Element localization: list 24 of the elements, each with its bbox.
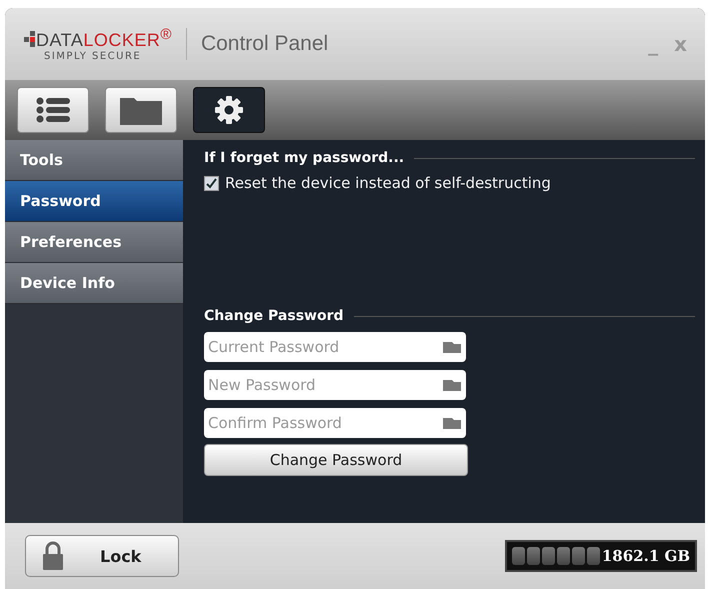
section-heading: Change Password: [204, 308, 344, 324]
section-heading: If I forget my password...: [204, 150, 404, 166]
tagline: SIMPLY SECURE: [44, 51, 142, 62]
capacity-display: 1862.1 GB: [504, 540, 697, 572]
checkbox-label: Reset the device instead of self-destructing: [225, 174, 551, 192]
sidebar-item[interactable]: Preferences: [5, 222, 183, 263]
password-field[interactable]: New Password: [204, 370, 466, 400]
settings-icon: [214, 95, 244, 125]
list-tab[interactable]: [17, 87, 89, 133]
window-title: Control Panel: [200, 32, 330, 56]
password-field[interactable]: Confirm Password: [204, 408, 466, 438]
padlock-icon: [42, 541, 64, 571]
checkbox[interactable]: [204, 176, 219, 190]
list-icon: [35, 97, 71, 123]
sidebar-item[interactable]: Device Info: [5, 263, 183, 304]
settings-tab[interactable]: [193, 87, 265, 133]
logo-icon: [24, 30, 35, 46]
change-password-button[interactable]: Change Password: [204, 444, 468, 476]
sidebar-item[interactable]: Password: [5, 181, 183, 222]
brand-name: DATALOCKER$^{®}$: [36, 26, 172, 51]
password-field[interactable]: Current Password: [204, 332, 466, 362]
sidebar-item[interactable]: Tools: [5, 140, 183, 181]
lock-button[interactable]: Lock: [25, 535, 179, 577]
folder-tab[interactable]: [105, 87, 177, 133]
